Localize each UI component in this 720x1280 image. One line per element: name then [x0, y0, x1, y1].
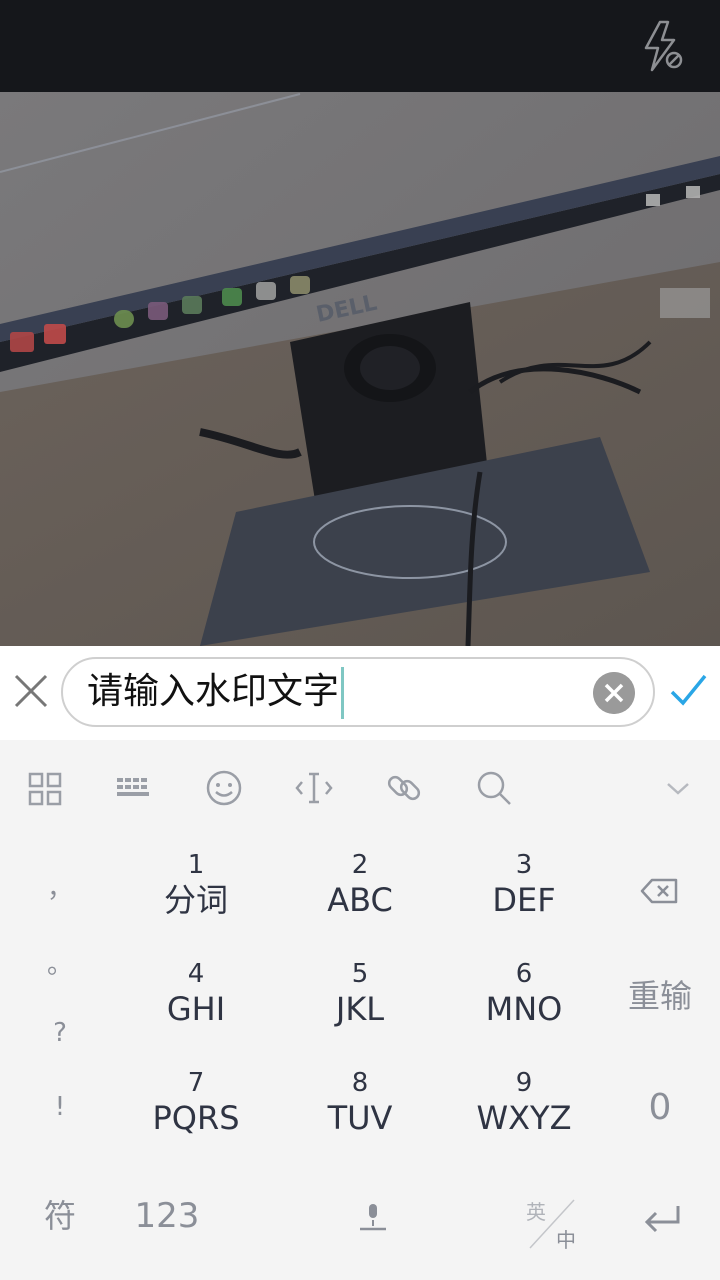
key-2-number: 2	[351, 850, 369, 880]
key-5-number: 5	[351, 959, 369, 989]
key-9-letters: WXYZ	[476, 1099, 572, 1137]
key-5[interactable]: 5 JKL	[290, 959, 430, 1029]
camera-top-bar	[0, 0, 720, 92]
punct-question[interactable]: ?	[30, 1018, 90, 1048]
lang-zh-label: 中	[556, 1228, 576, 1252]
key-7-number: 7	[187, 1068, 205, 1098]
key-7-letters: PQRS	[152, 1099, 240, 1137]
key-5-letters: JKL	[335, 990, 385, 1028]
symbols-button[interactable]: 符	[30, 1196, 90, 1236]
key-8-letters: TUV	[327, 1099, 393, 1137]
key-4-number: 4	[187, 959, 205, 989]
watermark-text-value[interactable]: 请输入水印文字	[87, 659, 345, 725]
numbers-button[interactable]: 123	[122, 1196, 212, 1236]
text-caret	[341, 667, 345, 719]
link-icon[interactable]	[382, 766, 426, 810]
key-3[interactable]: 3 DEF	[454, 850, 594, 920]
search-icon[interactable]	[472, 766, 516, 810]
emoji-icon[interactable]	[202, 766, 246, 810]
backspace-icon[interactable]	[640, 876, 680, 906]
key-8[interactable]: 8 TUV	[290, 1068, 430, 1138]
key-6[interactable]: 6 MNO	[454, 959, 594, 1029]
check-icon[interactable]	[668, 670, 708, 710]
key-1-letters: 分词	[163, 881, 228, 919]
key-4-letters: GHI	[166, 990, 226, 1028]
key-0[interactable]: 0	[620, 1086, 700, 1130]
camera-preview-image: DELL	[0, 92, 720, 646]
key-3-letters: DEF	[492, 881, 556, 919]
key-1[interactable]: 1 分词	[126, 850, 266, 920]
watermark-text: 请输入水印文字	[87, 671, 340, 712]
punct-exclamation[interactable]: !	[30, 1092, 90, 1122]
key-8-number: 8	[351, 1068, 369, 1098]
key-2-letters: ABC	[327, 881, 393, 919]
microphone-icon[interactable]	[356, 1200, 390, 1234]
key-7[interactable]: 7 PQRS	[126, 1068, 266, 1138]
punct-period[interactable]: 。	[30, 944, 90, 981]
grid-icon[interactable]	[22, 766, 66, 810]
clear-icon[interactable]	[593, 672, 635, 714]
watermark-input-bar: 请输入水印文字	[0, 646, 720, 740]
keyboard: ， 。 ? ! 1 分词 2 ABC 3 DEF 4 GHI 5 JKL 6 M…	[0, 740, 720, 1280]
camera-preview: DELL	[0, 92, 720, 646]
key-9-number: 9	[515, 1068, 533, 1098]
key-1-number: 1	[187, 850, 205, 880]
cursor-icon[interactable]	[292, 766, 336, 810]
watermark-text-field[interactable]: 请输入水印文字	[61, 657, 655, 727]
enter-icon[interactable]	[642, 1202, 682, 1236]
key-6-letters: MNO	[485, 990, 563, 1028]
flash-off-icon[interactable]	[640, 20, 684, 72]
key-9[interactable]: 9 WXYZ	[454, 1068, 594, 1138]
close-icon[interactable]	[10, 670, 52, 712]
reinput-button[interactable]: 重输	[610, 976, 710, 1016]
key-2[interactable]: 2 ABC	[290, 850, 430, 920]
keyboard-icon[interactable]	[111, 766, 155, 810]
key-6-number: 6	[515, 959, 533, 989]
chevron-down-icon[interactable]	[656, 766, 700, 810]
punct-comma[interactable]: ，	[30, 868, 90, 905]
language-switch[interactable]: 英 中	[520, 1190, 590, 1256]
key-3-number: 3	[515, 850, 533, 880]
key-4[interactable]: 4 GHI	[126, 959, 266, 1029]
